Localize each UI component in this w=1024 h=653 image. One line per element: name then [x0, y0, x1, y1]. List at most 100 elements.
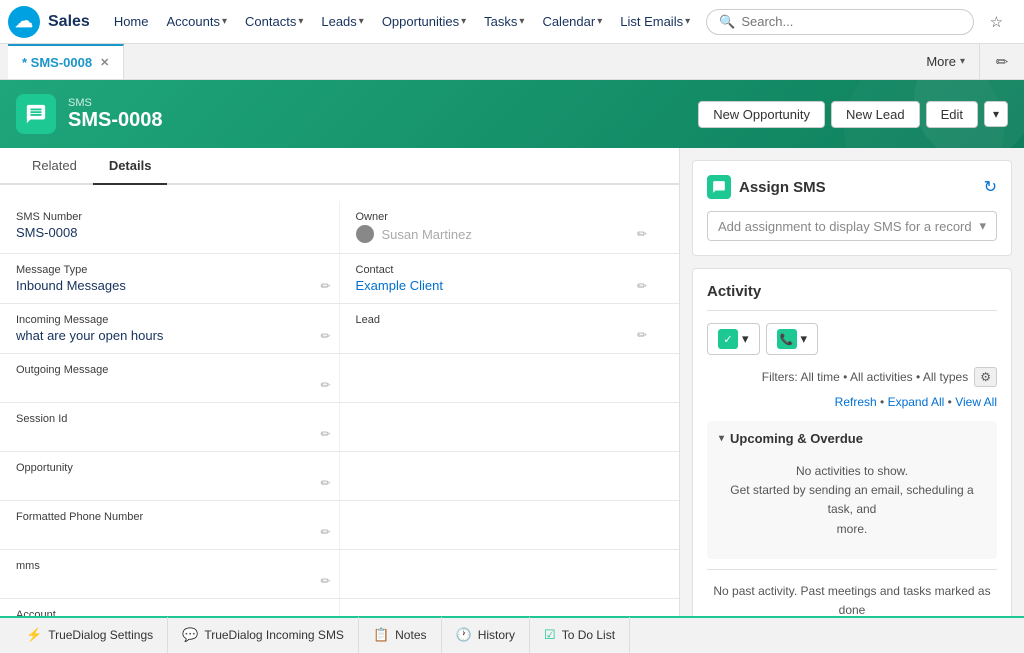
chevron-down-icon: ▾	[960, 56, 965, 67]
salesforce-logo[interactable]: ☁	[8, 6, 40, 38]
edit-incoming-icon[interactable]: ✏	[320, 329, 330, 343]
search-input[interactable]	[741, 14, 961, 29]
field-contact: Contact Example Client ✏	[340, 254, 664, 303]
owner-avatar	[356, 225, 374, 243]
search-bar[interactable]: 🔍	[706, 9, 974, 35]
edit-session-icon[interactable]: ✏	[320, 427, 330, 441]
no-activity-message: No activities to show.Get started by sen…	[719, 452, 985, 549]
view-all-link[interactable]: View All	[955, 395, 997, 409]
search-icon: 🔍	[719, 14, 735, 30]
bottom-history[interactable]: 🕐 History	[442, 617, 531, 653]
field-empty-right-3	[340, 452, 664, 500]
nav-leads[interactable]: Leads▾	[313, 10, 371, 33]
edit-button[interactable]: Edit	[926, 101, 978, 128]
field-session-id: Session Id ✏	[16, 403, 340, 451]
activity-links: Refresh • Expand All • View All	[707, 395, 997, 409]
field-account: Account ✏	[16, 599, 340, 616]
lightning-icon: ⚡	[26, 627, 42, 643]
assign-sms-header: Assign SMS ↻	[707, 175, 997, 199]
filter-settings-button[interactable]: ⚙	[974, 367, 997, 387]
nav-tasks[interactable]: Tasks▾	[476, 10, 532, 33]
field-mms: mms ✏	[16, 550, 340, 598]
bottom-truedialog-sms[interactable]: 💬 TrueDialog Incoming SMS	[168, 617, 359, 653]
contact-link[interactable]: Example Client	[356, 278, 443, 293]
bottom-bar: ⚡ TrueDialog Settings 💬 TrueDialog Incom…	[0, 616, 1024, 652]
activity-header: Activity	[707, 283, 997, 311]
nav-list-emails[interactable]: List Emails▾	[612, 10, 698, 33]
edit-message-type-icon[interactable]: ✏	[320, 279, 330, 293]
chevron-down-icon: ▾	[359, 16, 364, 27]
sms-icon	[25, 103, 47, 125]
field-message-type: Message Type Inbound Messages ✏	[16, 254, 340, 303]
chevron-down-icon: ▾	[519, 16, 524, 27]
chevron-down-icon: ▾	[719, 433, 724, 444]
tab-related[interactable]: Related	[16, 148, 93, 185]
tab-bar: * SMS-0008 ✕ More ▾ ✏	[0, 44, 1024, 80]
history-icon: 🕐	[456, 627, 472, 643]
edit-contact-icon[interactable]: ✏	[637, 279, 647, 293]
field-incoming-message: Incoming Message what are your open hour…	[16, 304, 340, 353]
chat-bottom-icon: 💬	[182, 627, 198, 643]
nav-calendar[interactable]: Calendar▾	[534, 10, 610, 33]
edit-lead-icon[interactable]: ✏	[637, 328, 647, 342]
detail-tabs: Related Details	[0, 148, 679, 185]
close-icon[interactable]: ✕	[100, 56, 109, 69]
upcoming-header[interactable]: ▾ Upcoming & Overdue	[719, 431, 985, 446]
favorites-icon[interactable]: ☆	[982, 8, 1010, 36]
edit-opportunity-icon[interactable]: ✏	[320, 476, 330, 490]
field-empty-right-6	[340, 599, 664, 616]
record-header: SMS SMS-0008 New Opportunity New Lead Ed…	[0, 80, 1024, 148]
new-lead-button[interactable]: New Lead	[831, 101, 920, 128]
chevron-down-icon: ▾	[685, 16, 690, 27]
chevron-down-icon: ▾	[461, 16, 466, 27]
tab-sms-0008[interactable]: * SMS-0008 ✕	[8, 44, 124, 80]
actions-dropdown-button[interactable]: ▾	[984, 101, 1008, 127]
nav-bar: Home Accounts▾ Contacts▾ Leads▾ Opportun…	[106, 10, 698, 33]
nav-opportunities[interactable]: Opportunities▾	[374, 10, 474, 33]
todo-icon: ☑	[544, 627, 556, 643]
bottom-truedialog-settings[interactable]: ⚡ TrueDialog Settings	[12, 617, 168, 653]
assign-sms-card: Assign SMS ↻ Add assignment to display S…	[692, 160, 1012, 256]
sms-small-icon	[707, 175, 731, 199]
nav-home[interactable]: Home	[106, 10, 157, 33]
bottom-notes[interactable]: 📋 Notes	[359, 617, 442, 653]
nav-accounts[interactable]: Accounts▾	[159, 10, 236, 33]
app-name: Sales	[48, 13, 90, 31]
record-type-icon	[16, 94, 56, 134]
chat-icon	[712, 180, 726, 194]
edit-mms-icon[interactable]: ✏	[320, 574, 330, 588]
edit-phone-icon[interactable]: ✏	[320, 525, 330, 539]
favorites-dropdown-icon[interactable]: ▾	[1016, 8, 1024, 36]
nav-contacts[interactable]: Contacts▾	[237, 10, 311, 33]
log-call-button[interactable]: 📞 ▾	[766, 323, 819, 355]
phone-icon: 📞	[777, 329, 797, 349]
record-name: SMS-0008	[68, 109, 163, 132]
upcoming-section: ▾ Upcoming & Overdue No activities to sh…	[707, 421, 997, 559]
field-owner: Owner Susan Martinez ✏	[340, 201, 664, 253]
field-empty-right-1	[340, 354, 664, 402]
activity-buttons: ✓ ▾ 📞 ▾	[707, 323, 997, 355]
edit-owner-icon[interactable]: ✏	[637, 227, 647, 241]
edit-outgoing-icon[interactable]: ✏	[320, 378, 330, 392]
field-empty-right-5	[340, 550, 664, 598]
new-task-button[interactable]: ✓ ▾	[707, 323, 760, 355]
filters-row: Filters: All time • All activities • All…	[707, 367, 997, 387]
field-opportunity: Opportunity ✏	[16, 452, 340, 500]
expand-all-link[interactable]: Expand All	[888, 395, 945, 409]
new-opportunity-button[interactable]: New Opportunity	[698, 101, 825, 128]
refresh-link[interactable]: Refresh	[835, 395, 877, 409]
top-right-icons: ☆ ▾ ＋ ? ⚙ 🔔 U	[982, 8, 1024, 36]
assign-dropdown[interactable]: Add assignment to display SMS for a reco…	[707, 211, 997, 241]
chevron-down-icon: ▾	[298, 16, 303, 27]
record-type-label: SMS	[68, 97, 163, 109]
assign-sms-title: Assign SMS	[707, 175, 826, 199]
tab-details[interactable]: Details	[93, 148, 168, 185]
edit-tabs-icon[interactable]: ✏	[988, 48, 1016, 76]
left-panel: Related Details SMS Number SMS-0008 Owne…	[0, 148, 680, 616]
dropdown-chevron-icon: ▾	[979, 218, 986, 234]
tab-more[interactable]: More ▾	[912, 44, 980, 80]
refresh-assign-button[interactable]: ↻	[984, 177, 997, 197]
notes-icon: 📋	[373, 627, 389, 643]
record-title-wrap: SMS SMS-0008	[68, 97, 163, 132]
bottom-todo[interactable]: ☑ To Do List	[530, 617, 630, 653]
